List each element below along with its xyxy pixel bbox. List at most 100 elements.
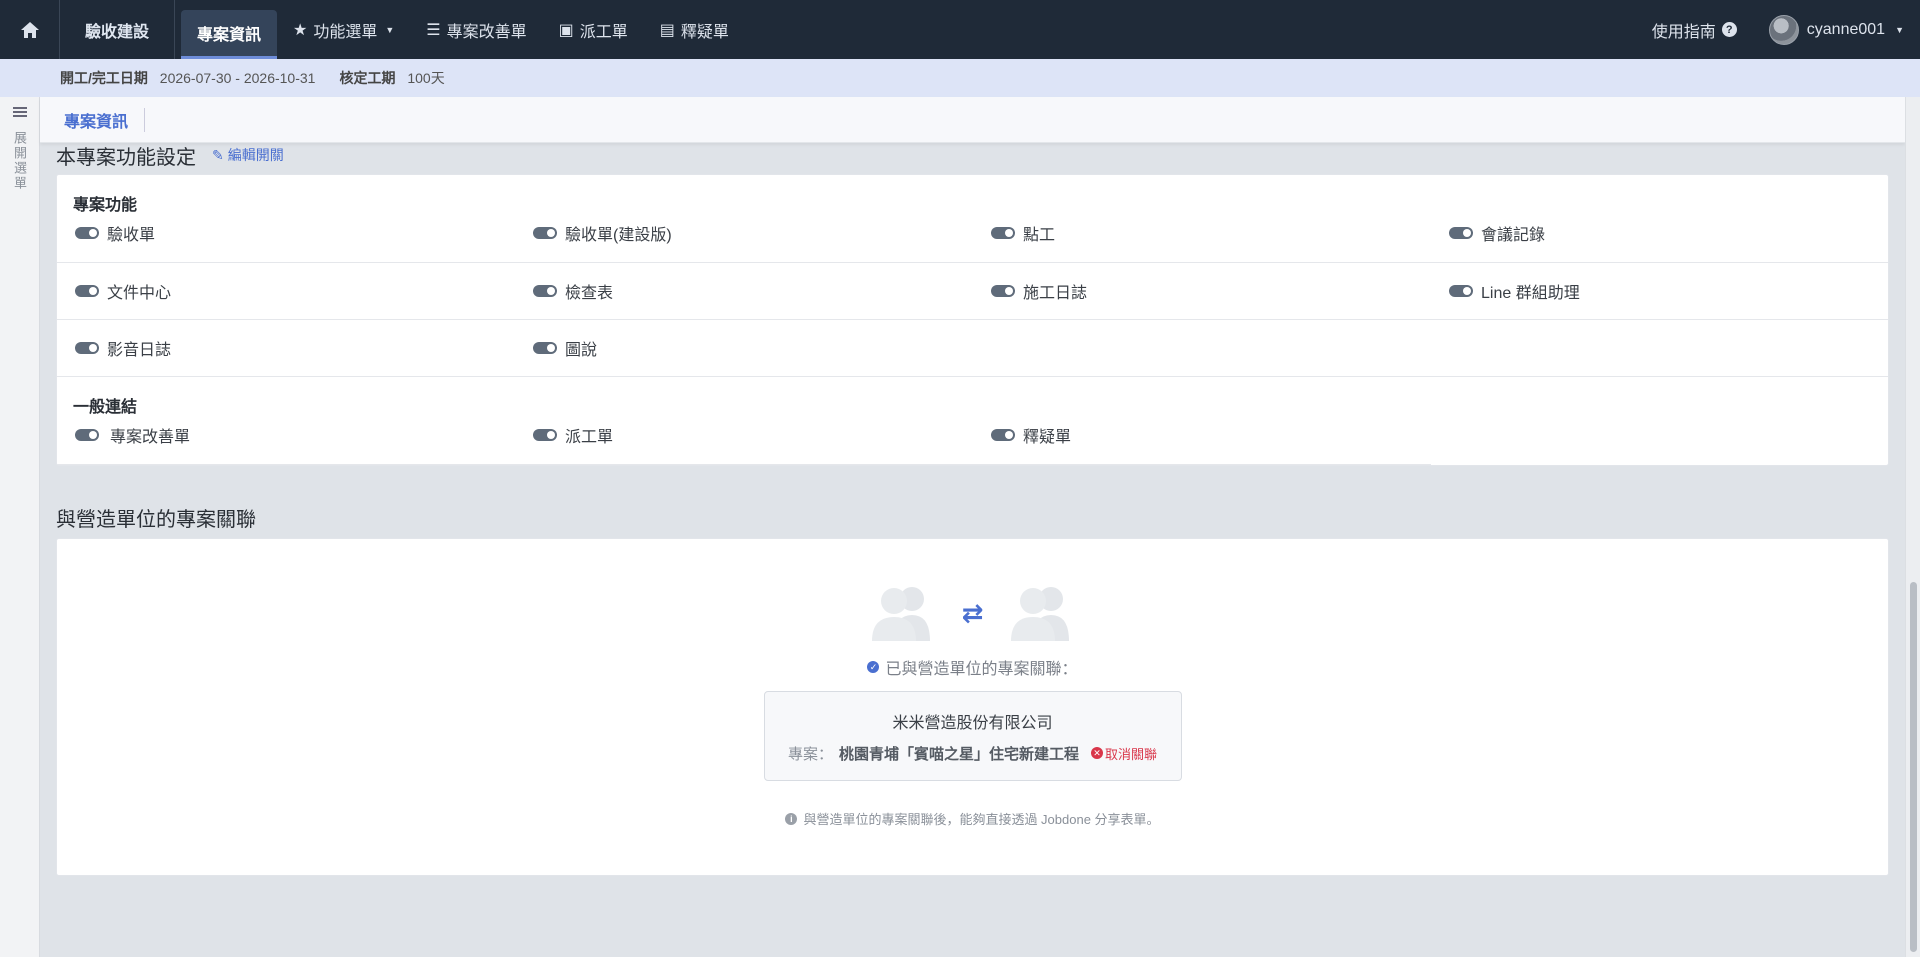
association-section: 與營造單位的專案關聯 ⇄ ✓ 已與營造單位的專案關聯： 米米營造股份有限公司 專… — [56, 502, 1889, 876]
feature-label: Line 群組助理 — [1481, 285, 1580, 302]
feature-checklist: 檢查表 — [515, 279, 973, 303]
association-note-text: 與營造單位的專案關聯後，能夠直接透過 Jobdone 分享表單。 — [803, 812, 1160, 827]
feature-label: 圖說 — [565, 342, 598, 359]
expand-menu-label[interactable]: 展開選單 — [10, 131, 29, 191]
swap-arrows-icon: ⇄ — [961, 597, 984, 628]
project-prefix: 專案： — [787, 745, 833, 763]
link-row: 專案改善單 派工單 釋疑單 — [57, 423, 1431, 465]
edit-toggles-label: 編輯開關 — [227, 147, 284, 163]
feature-construction-log: 施工日誌 — [973, 279, 1431, 303]
project-info-bar: 開工/完工日期 2026-07-30 - 2026-10-31 核定工期 100… — [0, 59, 1920, 97]
linked-status-text: 已與營造單位的專案關聯： — [885, 661, 1078, 678]
feature-row: 影音日誌 圖說 — [57, 320, 1888, 377]
days-value: 100天 — [407, 70, 445, 86]
feature-daywork: 點工 — [973, 221, 1431, 245]
toggle-switch[interactable] — [991, 285, 1015, 297]
association-title: 與營造單位的專案關聯 — [56, 508, 256, 531]
toggle-switch[interactable] — [991, 429, 1015, 441]
feature-label: 文件中心 — [107, 285, 172, 302]
toggle-switch[interactable] — [533, 285, 557, 297]
tab-strip: 專案資訊 — [40, 97, 1905, 143]
feature-label: 施工日誌 — [1023, 285, 1088, 302]
toggle-switch[interactable] — [75, 285, 99, 297]
feature-label: 會議記錄 — [1481, 227, 1546, 244]
unlink-button[interactable]: ✕ 取消關聯 — [1091, 744, 1157, 763]
toggle-switch[interactable] — [1449, 227, 1473, 239]
star-icon: ★ — [293, 21, 308, 39]
link-clarification: 釋疑單 — [973, 423, 1431, 447]
feature-label: 影音日誌 — [107, 342, 172, 359]
feature-meeting: 會議記錄 — [1431, 221, 1889, 245]
checklist-icon: ☰ — [426, 21, 441, 39]
feature-label: 檢查表 — [565, 285, 614, 302]
caret-down-icon: ▼ — [1895, 24, 1904, 35]
pencil-icon: ✎ — [212, 146, 224, 163]
nav-function-menu[interactable]: ★ 功能選單 ▼ — [277, 0, 410, 59]
question-icon: ? — [1721, 22, 1737, 37]
check-circle-icon: ✓ — [867, 661, 880, 673]
hamburger-icon[interactable] — [12, 107, 27, 117]
info-icon: i — [785, 812, 798, 825]
x-circle-icon: ✕ — [1091, 747, 1103, 759]
toggle-switch[interactable] — [533, 429, 557, 441]
side-menu-rail[interactable]: 展開選單 — [0, 97, 40, 957]
nav-improvement[interactable]: ☰ 專案改善單 — [410, 0, 542, 59]
main-nav: 專案資訊 ★ 功能選單 ▼ ☰ 專案改善單 ▣ 派工單 ▤ 釋疑單 — [181, 0, 745, 59]
brand-name[interactable]: 驗收建設 — [60, 0, 175, 59]
feature-line-assistant: Line 群組助理 — [1431, 279, 1889, 303]
nav-project-info[interactable]: 專案資訊 — [181, 10, 278, 59]
user-menu[interactable]: cyanne001 ▼ — [1768, 14, 1904, 45]
feature-drawings: 圖說 — [515, 336, 973, 360]
company-name: 米米營造股份有限公司 — [892, 714, 1053, 732]
linked-status: ✓ 已與營造單位的專案關聯： — [867, 655, 1078, 679]
caret-down-icon: ▼ — [385, 24, 395, 35]
feature-acceptance-construction: 驗收單(建設版) — [515, 221, 973, 245]
topbar-right: 使用指南 ? cyanne001 ▼ — [1652, 0, 1920, 59]
main-content: 本專案功能設定 ✎ 編輯開關 專案功能 驗收單 驗收單(建設版) 點工 會議記錄… — [56, 140, 1889, 876]
username: cyanne001 — [1806, 20, 1886, 38]
toggle-switch[interactable] — [75, 227, 99, 239]
page-scrollbar[interactable] — [1905, 97, 1920, 957]
feature-documents: 文件中心 — [57, 279, 515, 303]
feature-label: 驗收單(建設版) — [565, 227, 672, 244]
toggle-switch[interactable] — [533, 342, 557, 354]
period-value: 2026-07-30 - 2026-10-31 — [159, 70, 316, 86]
features-header: 本專案功能設定 ✎ 編輯開關 — [56, 140, 1889, 170]
chat-icon: ▤ — [659, 21, 675, 39]
group-title-project-features: 專案功能 — [73, 197, 138, 214]
linked-company-box: 米米營造股份有限公司 專案： 桃園青埔「賓喵之星」住宅新建工程 ✕ 取消關聯 — [763, 691, 1182, 781]
nav-dispatch[interactable]: ▣ 派工單 — [543, 0, 644, 59]
toggle-switch[interactable] — [991, 227, 1015, 239]
link-label: 釋疑單 — [1023, 429, 1072, 446]
nav-clarification-label: 釋疑單 — [680, 23, 729, 41]
home-button[interactable] — [0, 0, 60, 59]
toggle-switch[interactable] — [75, 429, 99, 441]
help-link[interactable]: 使用指南 ? — [1652, 18, 1737, 42]
feature-row: 驗收單 驗收單(建設版) 點工 會議記錄 — [57, 221, 1888, 263]
tab-project-info[interactable]: 專案資訊 — [64, 107, 146, 132]
toggle-switch[interactable] — [533, 227, 557, 239]
link-dispatch: 派工單 — [515, 423, 973, 447]
avatar — [1768, 14, 1799, 45]
nav-project-info-label: 專案資訊 — [197, 27, 262, 44]
toggle-switch[interactable] — [75, 342, 99, 354]
feature-acceptance: 驗收單 — [57, 221, 515, 245]
nav-clarification[interactable]: ▤ 釋疑單 — [644, 0, 745, 59]
toggle-switch[interactable] — [1449, 285, 1473, 297]
feature-media-log: 影音日誌 — [57, 336, 515, 360]
nav-dispatch-label: 派工單 — [579, 23, 628, 41]
users-icon — [871, 587, 930, 641]
association-illustration: ⇄ — [864, 583, 1082, 643]
nav-function-menu-label: 功能選單 — [313, 23, 378, 41]
feature-label: 點工 — [1023, 227, 1056, 244]
association-header: 與營造單位的專案關聯 — [56, 502, 1889, 532]
feature-label: 驗收單 — [107, 227, 156, 244]
nav-improvement-label: 專案改善單 — [446, 23, 527, 41]
badge-icon: ▣ — [558, 21, 574, 39]
unlink-label: 取消關聯 — [1105, 746, 1158, 762]
top-navbar: 驗收建設 專案資訊 ★ 功能選單 ▼ ☰ 專案改善單 ▣ 派工單 ▤ 釋疑單 使… — [0, 0, 1920, 59]
linked-project: 專案： 桃園青埔「賓喵之星」住宅新建工程 ✕ 取消關聯 — [788, 743, 1157, 764]
feature-row: 文件中心 檢查表 施工日誌 Line 群組助理 — [57, 263, 1888, 320]
edit-toggles-link[interactable]: ✎ 編輯開關 — [212, 145, 284, 165]
scrollbar-thumb[interactable] — [1910, 582, 1917, 952]
